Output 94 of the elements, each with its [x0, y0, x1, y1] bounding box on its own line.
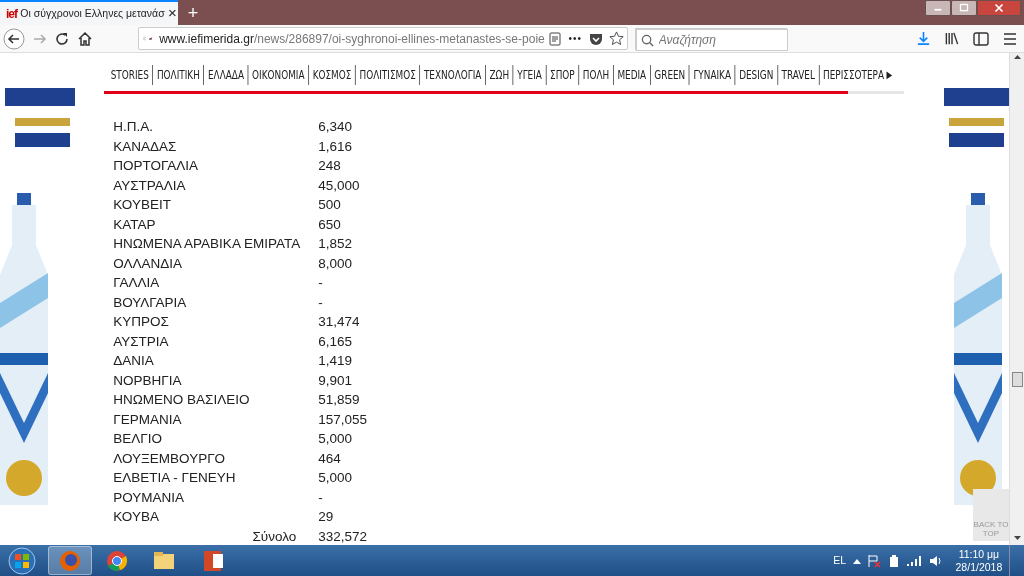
nav-link[interactable]: ΠΟΛΗ [578, 65, 614, 86]
scrollbar[interactable] [1009, 53, 1024, 545]
search-field[interactable]: Αναζήτηση [635, 28, 788, 51]
count-value: 1,852 [318, 235, 353, 253]
clock-time[interactable]: 11:10 μμ [958, 547, 1000, 561]
country-name: ΑΥΣΤΡΑΛΙΑ [113, 176, 187, 195]
nav-link[interactable]: ΣΠΟΡ [545, 65, 579, 86]
home-icon[interactable] [76, 30, 93, 47]
country-name: ΚΑΤΑΡ [113, 215, 157, 234]
country-name: ΓΕΡΜΑΝΙΑ [113, 410, 183, 429]
country-name: ΑΥΣΤΡΙΑ [113, 332, 170, 351]
nav-link[interactable]: ΠΟΛΙΤΙΣΜΟΣ [355, 65, 420, 86]
nav-link[interactable]: ΚΟΣΜΟΣ [308, 65, 356, 86]
nav-link[interactable]: ΕΛΛΑΔΑ [203, 65, 248, 86]
language-indicator[interactable]: EL [833, 552, 847, 569]
count-value: 157,055 [318, 410, 368, 429]
country-name: ΝΟΡΒΗΓΙΑ [113, 371, 183, 390]
sidebar-icon[interactable] [972, 31, 989, 46]
flag-icon[interactable] [867, 553, 882, 568]
total-value: 332,572 [318, 527, 368, 546]
total-label: Σύνολο [251, 527, 298, 546]
count-value: 650 [318, 215, 341, 234]
count-value: 29 [318, 508, 334, 526]
back-icon[interactable] [3, 27, 26, 50]
count-value: 500 [318, 196, 341, 214]
search-icon [640, 33, 654, 47]
nav-link[interactable]: ΥΓΕΙΑ [513, 65, 546, 86]
country-name: ΛΟΥΞΕΜΒΟΥΡΓΟ [113, 449, 227, 468]
nav-link[interactable]: ΓΥΝΑΙΚΑ [689, 65, 735, 86]
country-name: Η.Π.Α. [113, 118, 154, 136]
close-tab-button[interactable]: × [167, 2, 177, 25]
count-value: 5,000 [318, 469, 353, 487]
count-value: - [318, 488, 323, 507]
reader-view-icon[interactable] [548, 31, 562, 46]
volume-icon[interactable] [928, 554, 943, 567]
country-name: ΚΑΝΑΔΑΣ [113, 137, 178, 156]
country-name: ΠΟΡΤΟΓΑΛΙΑ [113, 157, 199, 175]
count-value: 31,474 [318, 313, 360, 331]
country-name: ΔΑΝΙΑ [113, 352, 155, 370]
nav-link[interactable]: ΠΟΛΙΤΙΚΗ [152, 65, 204, 86]
clock-date[interactable]: 28/1/2018 [955, 560, 1003, 574]
nav-link[interactable]: ΖΩΗ [485, 65, 513, 86]
nav-link[interactable]: DESIGN [734, 65, 778, 86]
country-name: ΚΥΠΡΟΣ [113, 313, 170, 331]
browser-tab[interactable]: ief Οι σύγχρονοι Ελληνες μετανάσ × [0, 0, 178, 25]
count-value: 1,616 [318, 137, 353, 156]
nav-link[interactable]: GREEN [650, 65, 690, 86]
taskbar-app-button[interactable] [47, 546, 92, 575]
menu-icon[interactable] [1001, 31, 1018, 46]
pocket-icon[interactable] [588, 31, 603, 46]
country-name: ΗΝΩΜΕΝΟ ΒΑΣΙΛΕΙΟ [113, 391, 251, 409]
nav-link[interactable]: ΤΕΧΝΟΛΟΓΙΑ [419, 65, 486, 86]
country-name: ΒΕΛΓΙΟ [113, 430, 163, 448]
count-value: 6,340 [318, 118, 353, 136]
count-value: - [318, 274, 323, 292]
count-value: 45,000 [318, 176, 360, 195]
minimize-icon[interactable] [924, 0, 951, 16]
nav-link[interactable]: TRAVEL [777, 65, 819, 86]
count-value: 51,859 [318, 391, 360, 409]
count-value: 464 [318, 449, 341, 468]
country-name: ΚΟΥΒΑ [113, 508, 160, 526]
signal-icon[interactable] [906, 554, 923, 567]
count-value: 8,000 [318, 254, 353, 273]
download-icon[interactable] [915, 31, 931, 46]
page-actions-button[interactable]: ••• [568, 31, 582, 46]
restore-icon[interactable] [950, 0, 977, 16]
site-logo: ief [6, 5, 17, 23]
more-menu-link[interactable]: ΠΕΡΙΣΣΟΤΕΡΑ ▶ [818, 65, 897, 86]
count-value: 6,165 [318, 332, 353, 351]
url-text[interactable]: www.iefimerida.gr/news/286897/oi-syghronoi-ellines-metanastes-se-poie [159, 29, 545, 48]
country-name: ΓΑΛΛΙΑ [113, 274, 161, 292]
show-hidden-icons-icon[interactable] [852, 557, 861, 564]
count-value: 248 [318, 157, 341, 175]
new-tab-button[interactable]: + [178, 1, 208, 24]
star-icon[interactable] [609, 31, 624, 46]
count-value: 1,419 [318, 352, 353, 370]
nav-link[interactable]: ΟΙΚΟΝΟΜΙΑ [247, 65, 309, 86]
library-icon[interactable] [943, 31, 960, 46]
country-name: ΚΟΥΒΕΙΤ [113, 196, 172, 214]
country-name: ΕΛΒΕΤΙΑ - ΓΕΝΕΥΗ [113, 469, 237, 487]
nav-link[interactable]: STORIES [107, 65, 153, 86]
close-icon[interactable] [976, 0, 1021, 16]
scroll-thumb[interactable] [1011, 372, 1023, 387]
count-value: 9,901 [318, 371, 353, 390]
country-name: ΡΟΥΜΑΝΙΑ [113, 488, 186, 507]
count-value: 5,000 [318, 430, 353, 448]
country-name: ΒΟΥΛΓΑΡΙΑ [113, 293, 188, 312]
country-name: ΟΛΛΑΝΔΙΑ [113, 254, 184, 273]
country-name: ΗΝΩΜΕΝΑ ΑΡΑΒΙΚΑ ΕΜΙΡΑΤΑ [113, 235, 302, 253]
reload-icon[interactable] [54, 30, 71, 47]
count-value: - [318, 293, 323, 312]
nav-link[interactable]: MEDIA [613, 65, 651, 86]
tab-title: Οι σύγχρονοι Ελληνες μετανάσ [20, 5, 165, 21]
address-bar[interactable]: www.iefimerida.gr/news/286897/oi-syghronoi-ellines-metanastes-se-poie ••• [138, 27, 629, 50]
